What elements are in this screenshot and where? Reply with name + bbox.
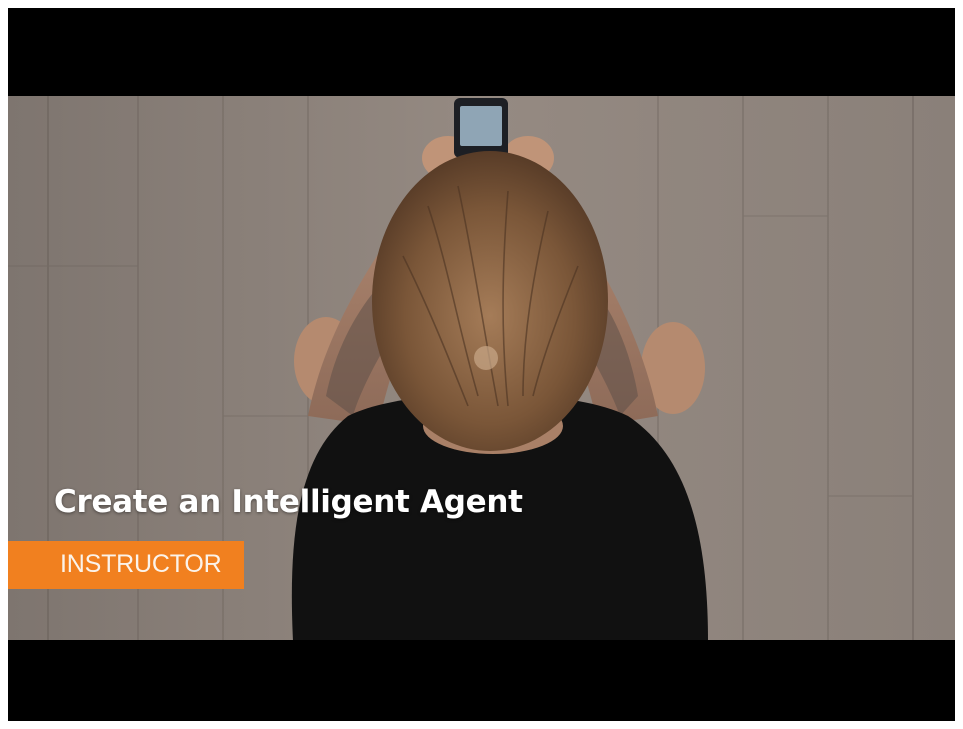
head-hair — [372, 151, 608, 451]
video-player[interactable]: Create an Intelligent Agent INSTRUCTOR — [8, 8, 955, 721]
video-title-overlay: Create an Intelligent Agent — [54, 484, 523, 520]
video-frame[interactable]: Create an Intelligent Agent INSTRUCTOR — [8, 96, 955, 640]
instructor-badge: INSTRUCTOR — [8, 541, 244, 589]
phone-screen — [460, 106, 502, 146]
hair-crown — [474, 346, 498, 370]
instructor-badge-label: INSTRUCTOR — [60, 550, 222, 578]
